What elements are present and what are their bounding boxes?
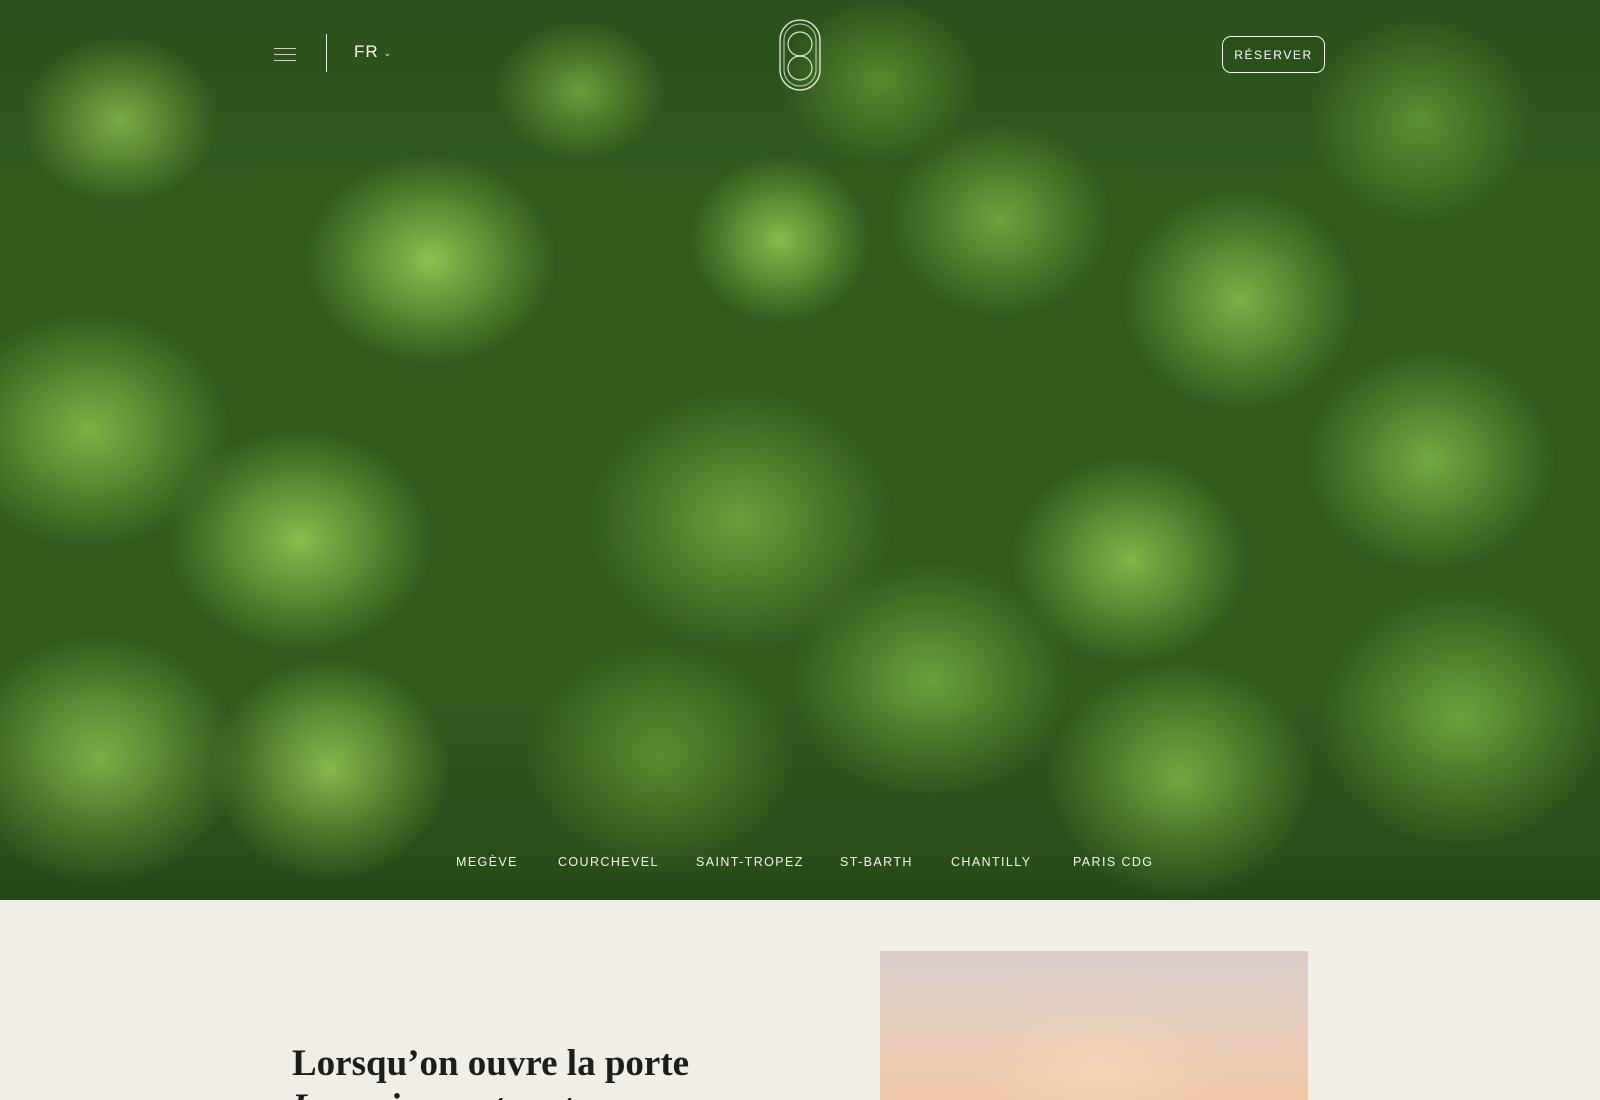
reserve-button[interactable]: RÉSERVER	[1222, 36, 1325, 73]
nav-link-courchevel[interactable]: COURCHEVEL	[558, 855, 659, 869]
hamburger-menu-icon[interactable]	[272, 44, 298, 64]
menu-bar-line	[274, 60, 296, 61]
header: FR ⌄ RÉSERVER	[0, 0, 1600, 110]
nav-link-saint-tropez[interactable]: SAINT-TROPEZ	[696, 855, 804, 869]
nav-link-megeve[interactable]: MEGÈVE	[456, 855, 518, 869]
nav-link-paris-cdg[interactable]: PARIS CDG	[1073, 855, 1153, 869]
menu-bar-line	[274, 48, 296, 49]
header-divider	[326, 34, 327, 72]
nav-link-st-barth[interactable]: ST-BARTH	[840, 855, 913, 869]
intro-photo	[880, 951, 1308, 1100]
intro-heading-line1: Lorsqu’on ouvre la porte	[292, 1043, 690, 1084]
hero-section: FR ⌄ RÉSERVER MEGÈVE COURCHEVEL SAINT-TR…	[0, 0, 1600, 900]
brand-logo[interactable]	[777, 18, 823, 92]
intro-heading-line2: La maison est vaste	[292, 1086, 689, 1100]
intro-heading: Lorsqu’on ouvre la porte La maison est v…	[292, 1042, 689, 1100]
menu-bar-line	[274, 54, 296, 55]
nav-link-chantilly[interactable]: CHANTILLY	[951, 855, 1031, 869]
language-label: FR	[354, 42, 379, 61]
language-selector[interactable]: FR ⌄	[354, 42, 392, 62]
destinations-nav: MEGÈVE COURCHEVEL SAINT-TROPEZ ST-BARTH …	[0, 855, 1600, 877]
chevron-down-icon: ⌄	[383, 47, 393, 58]
